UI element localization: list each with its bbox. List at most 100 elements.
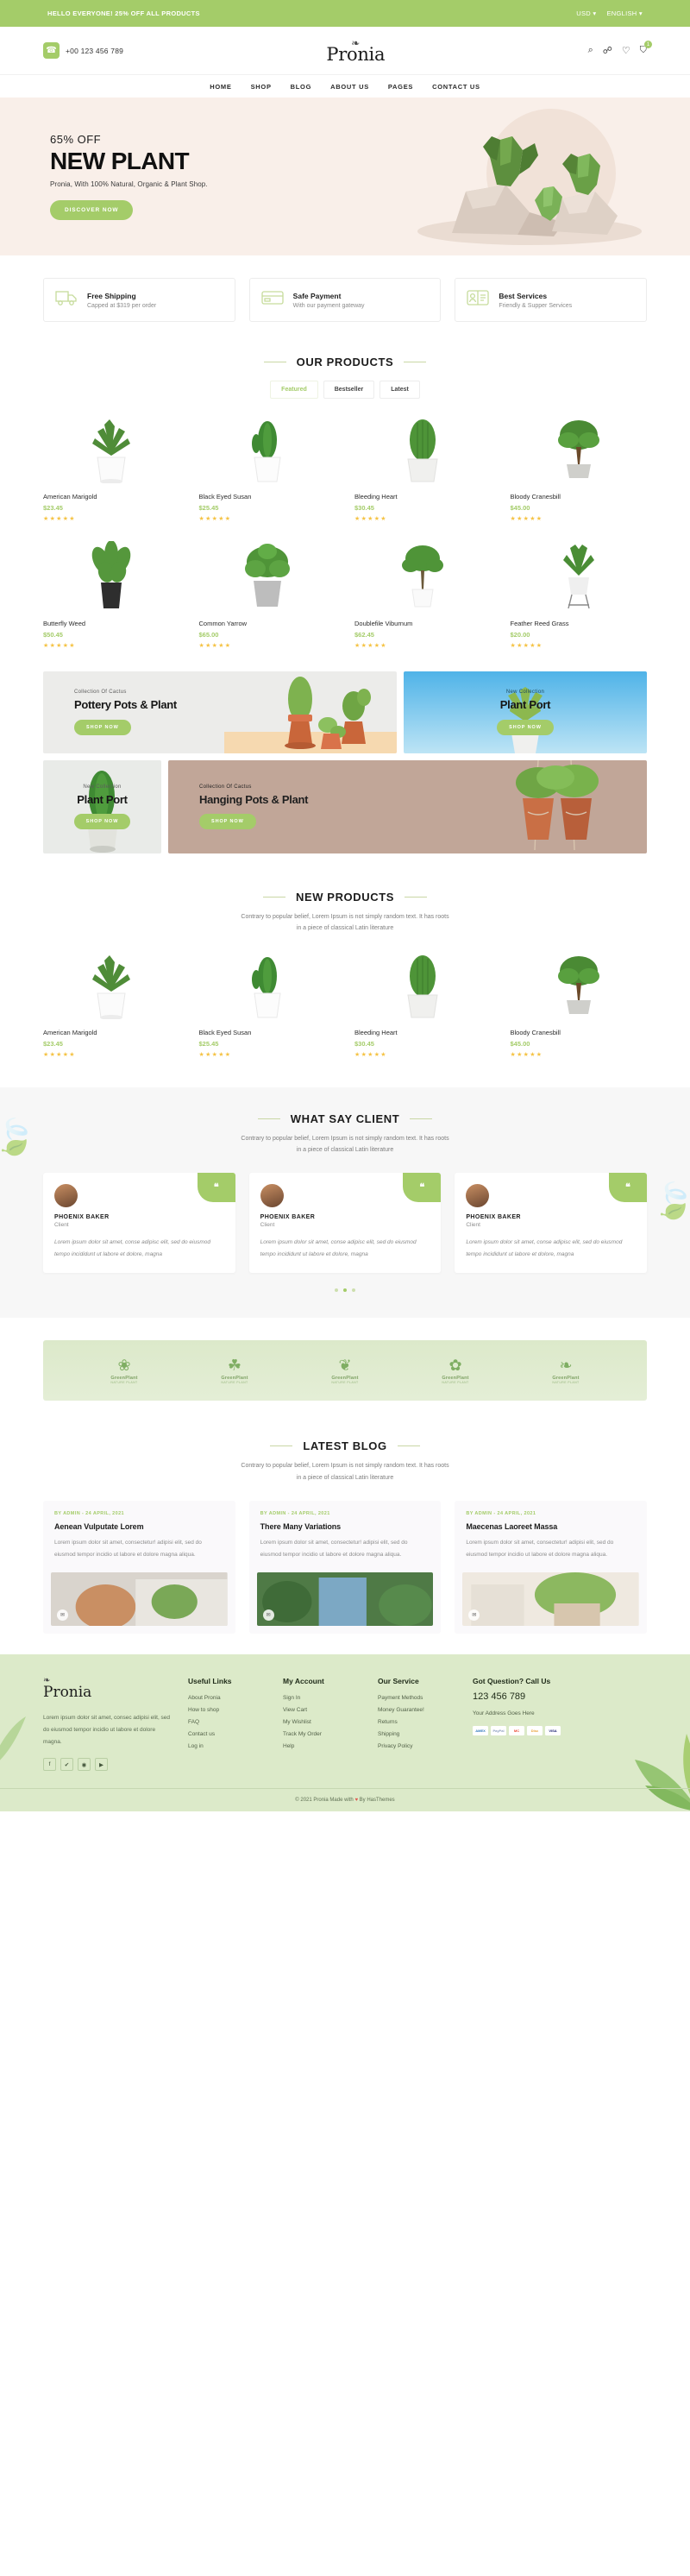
product-card[interactable]: Doublefile Viburnum $62.45 ★★★★★ xyxy=(354,541,492,649)
site-logo[interactable]: ❧ Pronia xyxy=(326,38,385,64)
currency-selector[interactable]: USD ▾ xyxy=(576,9,596,17)
promo-plant-port-grey[interactable]: New Collection Plant Port SHOP NOW xyxy=(43,760,161,853)
plant-icon: ☘ xyxy=(227,1356,242,1374)
footer-link[interactable]: Privacy Policy xyxy=(378,1743,457,1749)
blog-card[interactable]: BY ADMIN - 24 APRIL, 2021 Aenean Vulputa… xyxy=(43,1501,235,1634)
nav-item-pages[interactable]: PAGES xyxy=(388,83,413,91)
nav-item-home[interactable]: HOME xyxy=(210,83,231,91)
product-filter-tabs: Featured Bestseller Latest xyxy=(0,381,690,399)
blog-post-title[interactable]: Aenean Vulputate Lorem xyxy=(54,1522,224,1531)
payment-icon-paypal: PayPal xyxy=(491,1726,506,1736)
testimonial-text: Lorem ipsum dolor sit amet, conse adipis… xyxy=(260,1239,417,1257)
nav-item-about-us[interactable]: ABOUT US xyxy=(330,83,369,91)
footer-logo[interactable]: Pronia xyxy=(43,1685,172,1700)
new-products-header: NEW PRODUCTS Contrary to popular belief,… xyxy=(0,860,690,935)
promo-pottery-pots[interactable]: Collection Of Cactus Pottery Pots & Plan… xyxy=(43,671,397,753)
search-icon[interactable]: ⌕ xyxy=(588,45,593,56)
product-tab-latest[interactable]: Latest xyxy=(380,381,420,399)
service-card[interactable]: Safe Payment With our payment gateway xyxy=(248,278,442,322)
footer-link[interactable]: Shipping xyxy=(378,1731,457,1737)
product-card[interactable]: Common Yarrow $65.00 ★★★★★ xyxy=(199,541,336,649)
blog-desc-1: Contrary to popular belief, Lorem Ipsum … xyxy=(241,1463,449,1470)
footer-leaf-left xyxy=(0,1716,26,1760)
blog-post-title[interactable]: Maecenas Laoreet Massa xyxy=(466,1522,636,1531)
promo-shop-now-button[interactable]: SHOP NOW xyxy=(199,814,256,830)
youtube-icon[interactable]: ▶ xyxy=(95,1758,108,1772)
blog-card[interactable]: BY ADMIN - 24 APRIL, 2021 There Many Var… xyxy=(248,1501,442,1634)
service-card[interactable]: Free Shipping Capped at $319 per order xyxy=(43,278,235,322)
footer-column-heading: Our Service xyxy=(378,1677,419,1686)
carousel-dot[interactable] xyxy=(352,1288,355,1293)
hero-discover-button[interactable]: DISCOVER NOW xyxy=(50,199,134,220)
product-card[interactable]: Butterfly Weed $50.45 ★★★★★ xyxy=(43,541,180,649)
footer-link[interactable]: Payment Methods xyxy=(378,1695,457,1701)
carousel-dot[interactable] xyxy=(335,1288,338,1293)
language-selector[interactable]: ENGLISH ▾ xyxy=(607,9,643,17)
promo-shop-now-button[interactable]: SHOP NOW xyxy=(497,719,554,735)
product-tab-bestseller[interactable]: Bestseller xyxy=(323,381,375,399)
product-card[interactable]: American Marigold $23.45 ★★★★★ xyxy=(43,950,180,1058)
footer-address: Your Address Goes Here xyxy=(473,1710,535,1717)
brand-tagline: NATURE PLANT xyxy=(331,1380,359,1384)
instagram-icon[interactable]: ◉ xyxy=(78,1758,91,1772)
footer-link[interactable]: View Cart xyxy=(283,1707,362,1713)
blog-action-icon[interactable]: ✉ xyxy=(262,1609,274,1622)
cart-icon[interactable]: ⛉ 1 xyxy=(640,41,652,56)
brand-logo[interactable]: ❀ GreenPlant NATURE PLANT xyxy=(110,1357,137,1384)
facebook-icon[interactable]: f xyxy=(43,1758,56,1772)
footer-link[interactable]: My Wishlist xyxy=(283,1719,362,1725)
product-card[interactable]: Bleeding Heart $30.45 ★★★★★ xyxy=(354,414,492,522)
nav-item-contact-us[interactable]: CONTACT US xyxy=(432,83,480,91)
brand-logo[interactable]: ☘ GreenPlant NATURE PLANT xyxy=(221,1357,248,1384)
product-rating: ★★★★★ xyxy=(198,643,232,649)
phone-number: +00 123 456 789 xyxy=(66,46,124,55)
product-card[interactable]: American Marigold $23.45 ★★★★★ xyxy=(43,414,180,522)
product-card[interactable]: Feather Reed Grass $20.00 ★★★★★ xyxy=(511,541,648,649)
testimonial-role: Client xyxy=(466,1222,480,1229)
promo-hanging-pots[interactable]: Collection Of Cactus Hanging Pots & Plan… xyxy=(168,760,647,853)
product-name: Black Eyed Susan xyxy=(198,493,252,501)
promo-shop-now-button[interactable]: SHOP NOW xyxy=(73,814,131,830)
quote-badge: ❝ xyxy=(197,1173,235,1203)
twitter-icon[interactable]: ✔ xyxy=(60,1758,73,1772)
footer-link[interactable]: How to shop xyxy=(188,1707,267,1713)
footer-link[interactable]: Money Guarantee! xyxy=(378,1707,457,1713)
nav-item-blog[interactable]: BLOG xyxy=(291,83,311,91)
footer-link[interactable]: Returns xyxy=(378,1719,457,1725)
account-icon[interactable]: ☍ xyxy=(603,45,612,56)
footer-link[interactable]: FAQ xyxy=(188,1719,267,1725)
footer-link[interactable]: Track My Order xyxy=(283,1731,362,1737)
testimonial-text: Lorem ipsum dolor sit amet, conse adipis… xyxy=(54,1239,211,1257)
promo-eyebrow: New Collection xyxy=(505,690,545,696)
carousel-dot-active[interactable] xyxy=(343,1288,347,1293)
product-card[interactable]: Black Eyed Susan $25.45 ★★★★★ xyxy=(199,950,336,1058)
footer-link[interactable]: Contact us xyxy=(188,1731,267,1737)
blog-post-title[interactable]: There Many Variations xyxy=(260,1522,430,1531)
service-card[interactable]: Best Services Friendly & Supper Services xyxy=(455,278,648,322)
nav-item-shop[interactable]: SHOP xyxy=(251,83,272,91)
product-card[interactable]: Bloody Cranesbill $45.00 ★★★★★ xyxy=(511,950,648,1058)
footer-link[interactable]: Help xyxy=(283,1743,362,1749)
footer-link[interactable]: Sign In xyxy=(283,1695,362,1701)
footer-link[interactable]: About Pronia xyxy=(188,1695,267,1701)
new-products-section: American Marigold $23.45 ★★★★★ Black Eye… xyxy=(0,935,690,1063)
promo-shop-now-button[interactable]: SHOP NOW xyxy=(74,719,131,735)
blog-desc-2: in a piece of classical Latin literature xyxy=(296,1474,394,1481)
brand-logo[interactable]: ❦ GreenPlant NATURE PLANT xyxy=(331,1357,358,1384)
product-price: $45.00 xyxy=(510,1039,530,1048)
product-tab-featured[interactable]: Featured xyxy=(270,381,318,399)
product-name: Feather Reed Grass xyxy=(510,620,569,627)
brand-logo[interactable]: ✿ GreenPlant NATURE PLANT xyxy=(442,1357,468,1384)
hero-banner: 65% OFF NEW PLANT Pronia, With 100% Natu… xyxy=(0,98,690,255)
blog-card[interactable]: BY ADMIN - 24 APRIL, 2021 Maecenas Laore… xyxy=(455,1501,647,1634)
promo-plant-port-blue[interactable]: New Collection Plant Port SHOP NOW xyxy=(404,671,647,753)
footer-phone[interactable]: 123 456 789 xyxy=(473,1691,602,1702)
footer-link[interactable]: Log in xyxy=(188,1743,267,1749)
product-card[interactable]: Bloody Cranesbill $45.00 ★★★★★ xyxy=(511,414,648,522)
brand-logo[interactable]: ❧ GreenPlant NATURE PLANT xyxy=(552,1357,579,1384)
service-subtitle: With our payment gateway xyxy=(292,302,365,309)
header-phone[interactable]: ☎ +00 123 456 789 xyxy=(43,42,123,59)
product-card[interactable]: Black Eyed Susan $25.45 ★★★★★ xyxy=(199,414,336,522)
wishlist-icon[interactable]: ♡ xyxy=(622,45,630,56)
product-card[interactable]: Bleeding Heart $30.45 ★★★★★ xyxy=(354,950,492,1058)
